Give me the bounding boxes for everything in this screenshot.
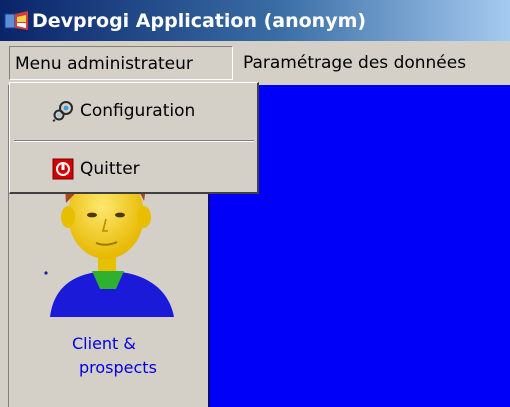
menu-item-configuration[interactable]: Configuration [10,91,256,131]
gears-icon [52,101,73,122]
menu-bar: Menu administrateur Paramétrage des donn… [0,43,510,83]
window-title: Devprogi Application (anonym) [32,9,367,32]
app-icon [4,10,28,30]
menu-item-quitter[interactable]: Quitter [10,149,256,189]
menu-separator [14,140,254,142]
client-prospects-line-1: Client & [72,334,136,353]
admin-dropdown-menu: Configuration Quitter [9,82,259,194]
client-prospects-label[interactable]: Client & prospects [72,332,192,380]
menu-parametrage-donnees[interactable]: Paramétrage des données [237,46,472,80]
power-icon [52,158,74,180]
quitter-label: Quitter [80,159,140,179]
title-bar[interactable]: Devprogi Application (anonym) [0,0,510,41]
client-prospects-line-2: prospects [79,358,157,377]
configuration-label: Configuration [80,101,196,121]
menu-administrateur[interactable]: Menu administrateur [9,46,233,80]
